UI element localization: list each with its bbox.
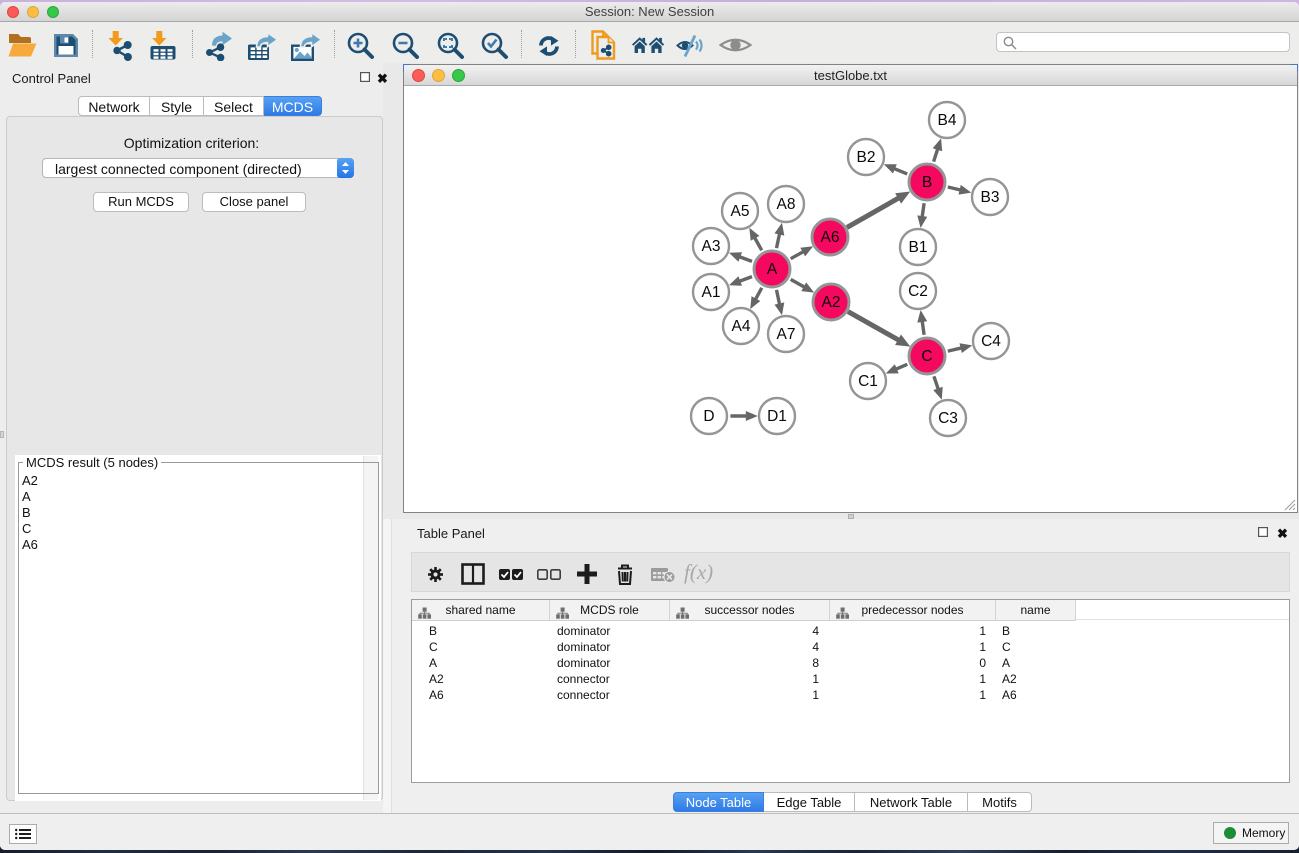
svg-text:B2: B2 — [857, 149, 876, 166]
svg-text:D: D — [703, 408, 714, 425]
svg-text:B3: B3 — [981, 189, 1000, 206]
svg-text:A: A — [767, 261, 778, 278]
svg-text:A2: A2 — [822, 294, 841, 311]
svg-text:A8: A8 — [777, 196, 796, 213]
svg-text:C2: C2 — [908, 283, 928, 300]
svg-text:A1: A1 — [702, 284, 721, 301]
svg-text:B1: B1 — [909, 239, 928, 256]
svg-text:A6: A6 — [821, 229, 840, 246]
svg-text:A5: A5 — [731, 203, 750, 220]
svg-text:A7: A7 — [777, 326, 796, 343]
svg-text:C3: C3 — [938, 410, 958, 427]
svg-text:A3: A3 — [702, 238, 721, 255]
svg-text:A4: A4 — [732, 318, 751, 335]
svg-text:C4: C4 — [981, 333, 1001, 350]
svg-text:C1: C1 — [858, 373, 878, 390]
svg-text:B4: B4 — [938, 112, 957, 129]
svg-text:D1: D1 — [767, 408, 787, 425]
svg-text:C: C — [921, 348, 932, 365]
svg-text:B: B — [922, 174, 932, 191]
